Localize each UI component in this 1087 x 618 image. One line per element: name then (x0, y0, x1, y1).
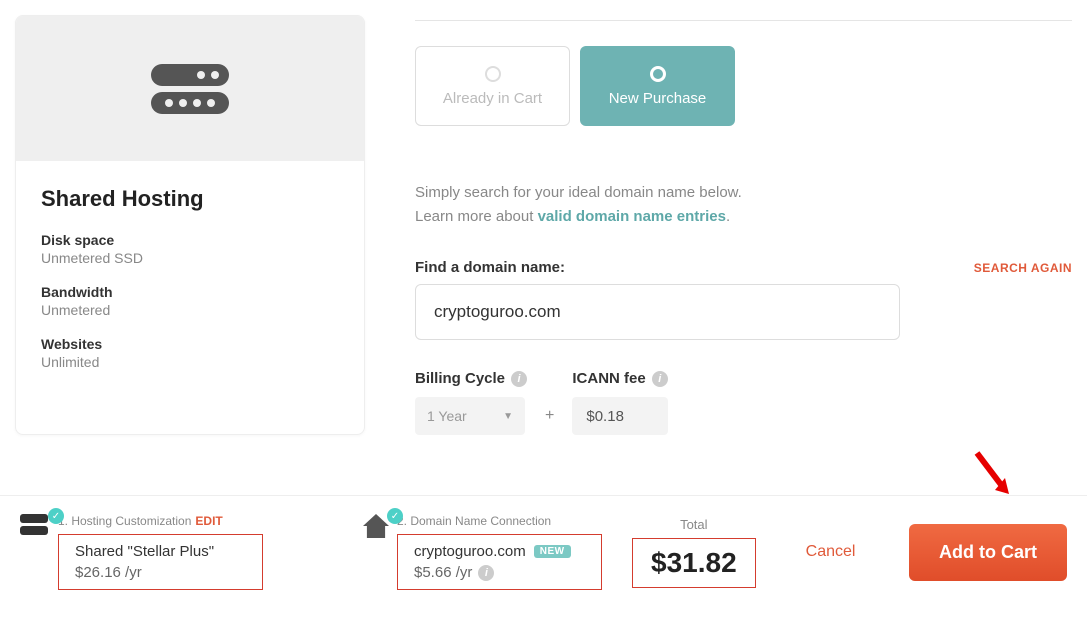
divider (415, 20, 1072, 21)
check-badge-icon: ✓ (387, 508, 403, 524)
domain-input[interactable] (415, 284, 900, 340)
total-amount: $31.82 (632, 538, 756, 588)
total-label: Total (632, 517, 756, 532)
server-icon (151, 58, 229, 120)
hosting-plan-price: $26.16 /yr (75, 564, 246, 581)
spec-value: Unmetered (41, 302, 339, 318)
domain-name: cryptoguroo.com (414, 543, 526, 560)
billing-cycle-label: Billing Cycle (415, 370, 505, 387)
billing-cycle-select[interactable]: 1 Year ▼ (415, 397, 525, 435)
icann-fee-value: $0.18 (572, 397, 667, 435)
search-again-link[interactable]: SEARCH AGAIN (974, 261, 1072, 275)
desc-line: Simply search for your ideal domain name… (415, 184, 742, 201)
icann-label: ICANN fee (572, 370, 645, 387)
info-icon[interactable]: i (478, 565, 494, 581)
server-icon (20, 514, 50, 538)
step2-box: cryptoguroo.com NEW $5.66 /yr i (397, 534, 602, 590)
cancel-link[interactable]: Cancel (806, 543, 856, 561)
radio-icon (485, 66, 501, 82)
new-badge: NEW (534, 545, 571, 558)
toggle-label: New Purchase (609, 90, 707, 107)
toggle-label: Already in Cart (443, 90, 542, 107)
valid-domain-link[interactable]: valid domain name entries (538, 208, 726, 225)
radio-icon (650, 66, 666, 82)
card-title: Shared Hosting (41, 186, 339, 212)
select-value: 1 Year (427, 408, 467, 424)
check-badge-icon: ✓ (48, 508, 64, 524)
desc-suffix: . (726, 208, 730, 225)
description: Simply search for your ideal domain name… (415, 181, 1072, 229)
spec-label: Disk space (41, 232, 339, 248)
info-icon[interactable]: i (511, 371, 527, 387)
domain-label: Find a domain name: (415, 259, 565, 276)
step2-title: 2. Domain Name Connection (397, 514, 551, 528)
checkout-footer: ✓ 1. Hosting Customization EDIT Shared "… (0, 495, 1087, 618)
spec-value: Unlimited (41, 354, 339, 370)
chevron-down-icon: ▼ (503, 411, 513, 422)
home-icon (363, 514, 389, 538)
edit-link[interactable]: EDIT (195, 514, 222, 528)
plus-sign: + (545, 407, 554, 425)
hosting-card: Shared Hosting Disk space Unmetered SSD … (15, 15, 365, 435)
spec-value: Unmetered SSD (41, 250, 339, 266)
new-purchase-toggle[interactable]: New Purchase (580, 46, 735, 126)
already-in-cart-toggle[interactable]: Already in Cart (415, 46, 570, 126)
domain-price: $5.66 /yr (414, 564, 472, 581)
step1-box: Shared "Stellar Plus" $26.16 /yr (58, 534, 263, 590)
card-illustration (16, 16, 364, 161)
add-to-cart-button[interactable]: Add to Cart (909, 524, 1067, 581)
info-icon[interactable]: i (652, 371, 668, 387)
spec-label: Bandwidth (41, 284, 339, 300)
spec-label: Websites (41, 336, 339, 352)
desc-line: Learn more about (415, 208, 538, 225)
step1-title: 1. Hosting Customization (58, 514, 191, 528)
hosting-plan-name: Shared "Stellar Plus" (75, 543, 246, 560)
